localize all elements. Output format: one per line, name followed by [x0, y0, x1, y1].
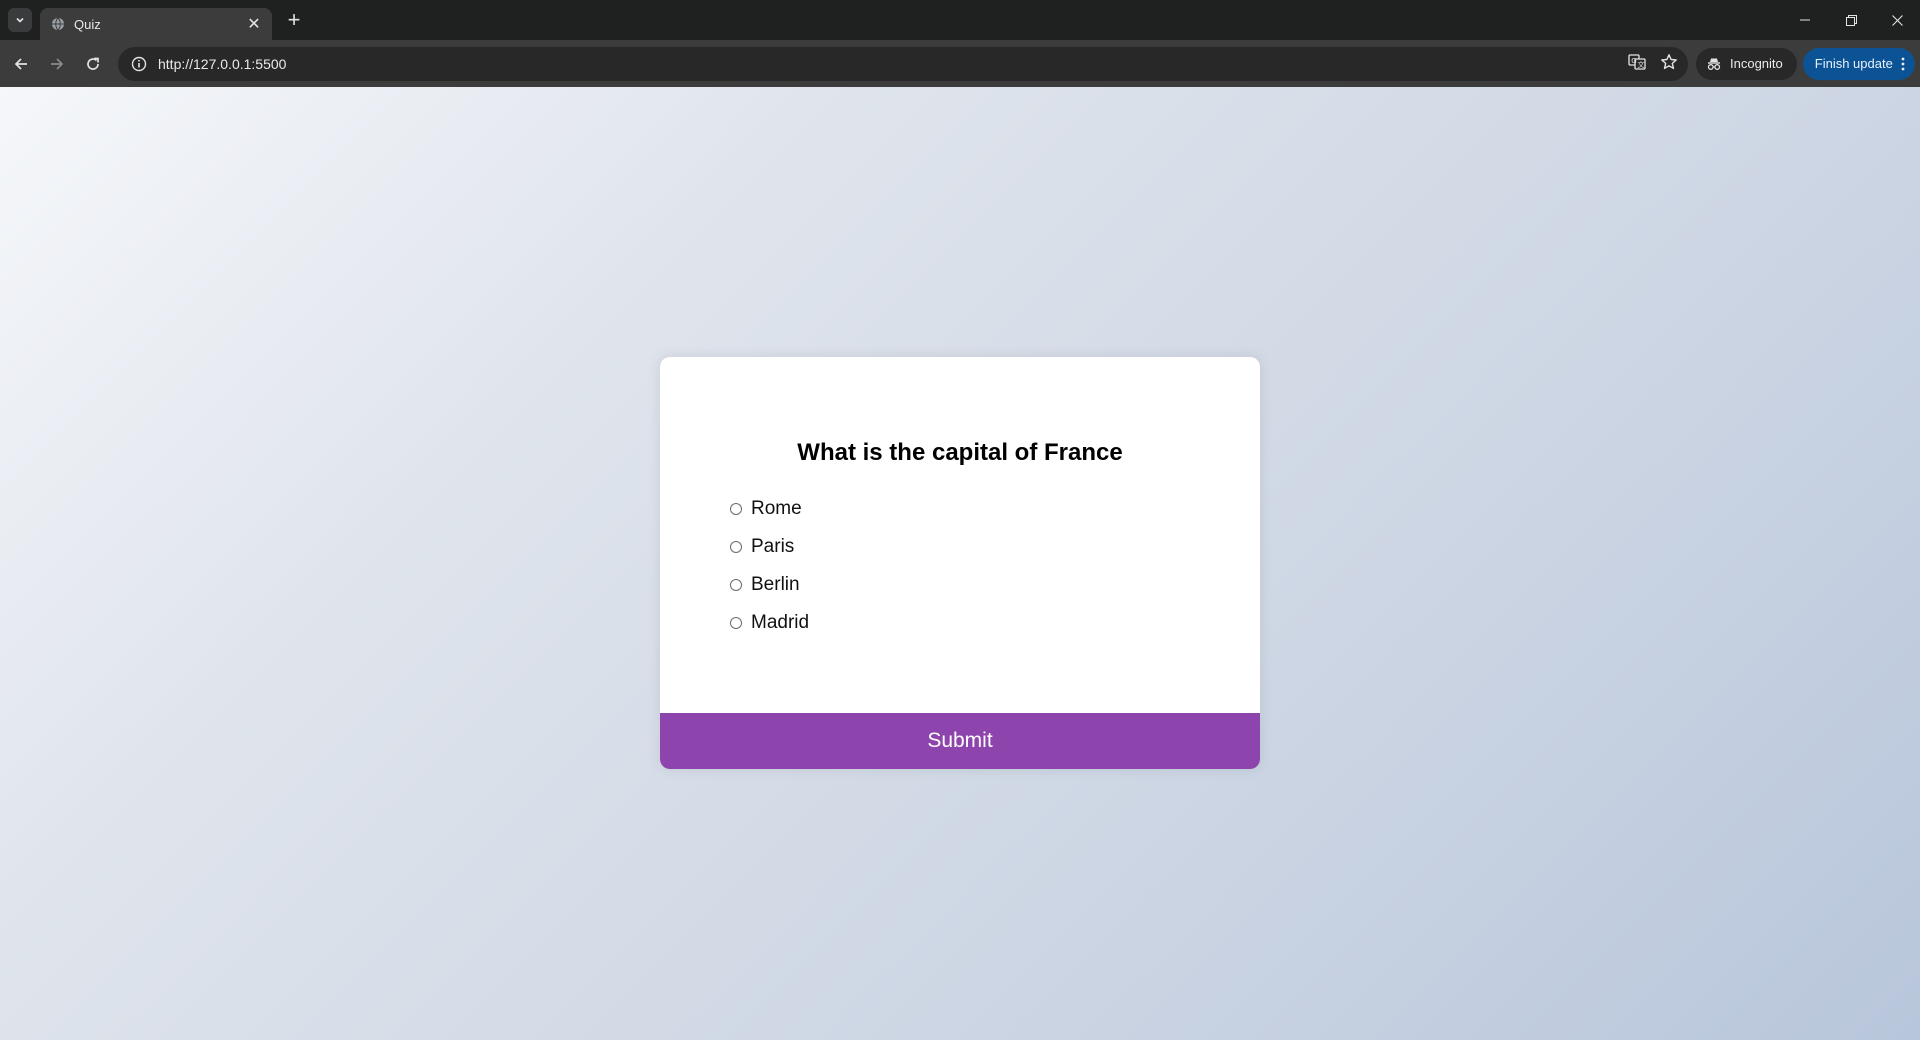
radio-button[interactable]: [730, 503, 742, 515]
reload-icon: [87, 57, 99, 70]
omnibox-actions: G文: [1628, 47, 1678, 81]
restore-button[interactable]: [1828, 0, 1874, 40]
reload-button[interactable]: [76, 47, 110, 81]
svg-text:文: 文: [1638, 60, 1645, 69]
page-viewport: What is the capital of France Rome Paris…: [0, 87, 1920, 1040]
url-text: http://127.0.0.1:5500: [158, 55, 287, 72]
incognito-label: Incognito: [1730, 56, 1783, 71]
answer-list: Rome Paris Berlin Madrid: [728, 490, 1192, 642]
arrow-left-icon: [14, 57, 27, 70]
new-tab-button[interactable]: +: [280, 6, 308, 34]
incognito-icon: [1707, 58, 1721, 70]
arrow-right-icon: [51, 57, 64, 70]
answer-label[interactable]: Rome: [751, 498, 802, 520]
address-bar[interactable]: http://127.0.0.1:5500 G文: [118, 46, 1688, 81]
more-vert-icon: [1901, 57, 1905, 70]
answer-label[interactable]: Madrid: [751, 612, 809, 634]
radio-button[interactable]: [730, 541, 742, 553]
answer-label[interactable]: Paris: [751, 536, 794, 558]
answer-option[interactable]: Berlin: [728, 566, 1192, 604]
answer-label[interactable]: Berlin: [751, 574, 800, 596]
quiz-header: What is the capital of France Rome Paris…: [660, 357, 1260, 642]
finish-update-label: Finish update: [1814, 56, 1893, 71]
browser-toolbar: http://127.0.0.1:5500 G文 Incognito Finis…: [0, 40, 1920, 87]
answer-option[interactable]: Rome: [728, 490, 1192, 528]
radio-button[interactable]: [730, 579, 742, 591]
chevron-down-icon: [16, 17, 24, 23]
site-info-icon[interactable]: [124, 56, 154, 72]
bookmark-star-icon[interactable]: [1660, 53, 1678, 74]
question-text: What is the capital of France: [797, 439, 1123, 466]
back-button[interactable]: [4, 47, 38, 81]
window-controls: [1782, 0, 1920, 40]
tab-strip: Quiz ✕ +: [0, 0, 1920, 40]
incognito-indicator[interactable]: Incognito: [1696, 47, 1797, 80]
restore-icon: [1845, 14, 1857, 26]
radio-button[interactable]: [730, 617, 742, 629]
close-window-button[interactable]: [1874, 0, 1920, 40]
globe-icon: [50, 16, 66, 32]
tab-close-icon[interactable]: ✕: [244, 14, 264, 34]
svg-text:G: G: [1631, 57, 1636, 65]
tab-search-button[interactable]: [8, 8, 32, 32]
answer-option[interactable]: Madrid: [728, 604, 1192, 642]
minimize-button[interactable]: [1782, 0, 1828, 40]
forward-button[interactable]: [40, 47, 74, 81]
minimize-icon: [1800, 19, 1810, 21]
tab-quiz[interactable]: Quiz ✕: [40, 8, 272, 40]
translate-icon[interactable]: G文: [1628, 53, 1646, 74]
finish-update-button[interactable]: Finish update: [1802, 47, 1915, 80]
close-icon: [1891, 14, 1903, 26]
submit-button[interactable]: Submit: [660, 713, 1260, 769]
quiz-card: What is the capital of France Rome Paris…: [660, 357, 1260, 769]
browser-window: Quiz ✕ + http://127.0.0.1:5500 G 文 Incog…: [0, 0, 1920, 1040]
answer-option[interactable]: Paris: [728, 528, 1192, 566]
tab-title: Quiz: [74, 16, 101, 32]
